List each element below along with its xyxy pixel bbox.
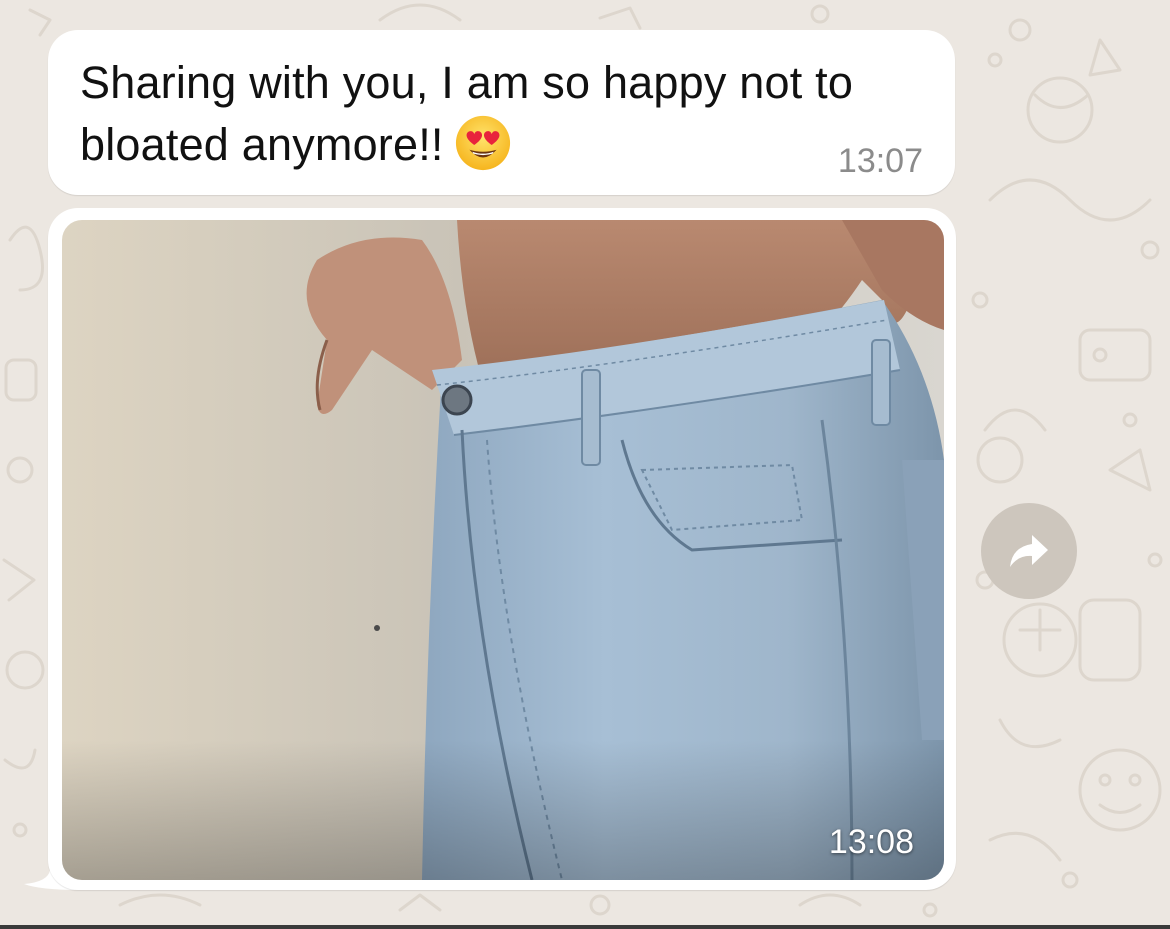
message-text: Sharing with you, I am so happy not to b…	[80, 52, 880, 176]
screen-bottom-edge	[0, 925, 1170, 929]
image-timestamp: 13:08	[828, 823, 914, 861]
incoming-text-message[interactable]: Sharing with you, I am so happy not to b…	[48, 30, 955, 195]
forward-button[interactable]	[981, 503, 1077, 599]
forward-arrow-icon	[1010, 535, 1048, 567]
smiling-face-with-heart-eyes-icon	[455, 115, 510, 171]
jeans-photo-illustration	[62, 220, 944, 880]
message-timestamp: 13:07	[837, 142, 923, 180]
incoming-image-message[interactable]: 13:08	[48, 208, 956, 890]
message-photo[interactable]: 13:08	[62, 220, 944, 880]
